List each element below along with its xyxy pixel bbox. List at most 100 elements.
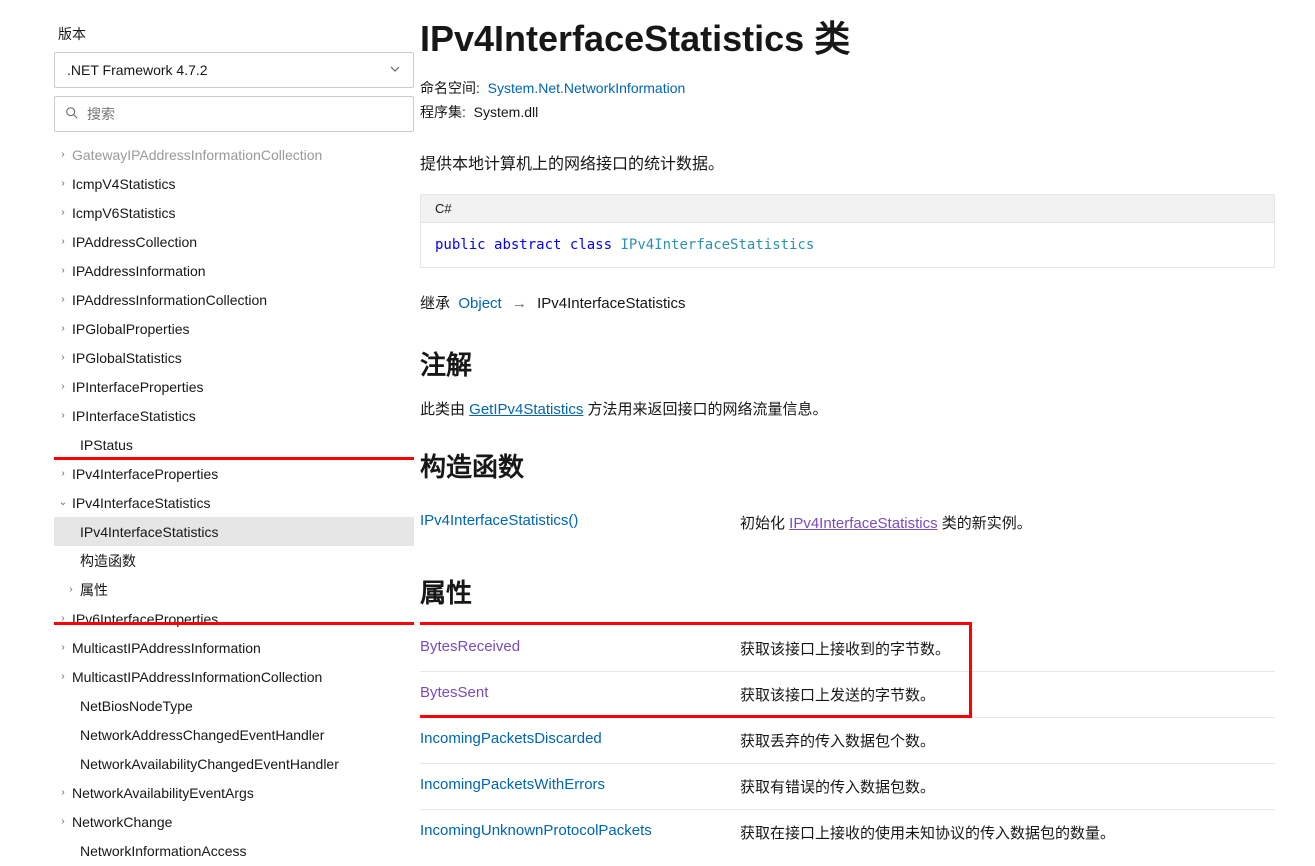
chevron-right-icon: › (58, 381, 68, 392)
tree-item-label: 属性 (80, 580, 108, 600)
table-row: BytesSent 获取该接口上发送的字节数。 (420, 672, 1275, 718)
tree-item-label: IPv6InterfaceProperties (72, 611, 218, 627)
search-input[interactable] (87, 106, 403, 122)
tree-item-label: IcmpV4Statistics (72, 176, 175, 192)
property-desc: 获取有错误的传入数据包数。 (740, 764, 1275, 810)
tree-item[interactable]: ›NetworkAddressChangedEventHandler (54, 720, 414, 749)
notes-text: 此类由 GetIPv4Statistics 方法用来返回接口的网络流量信息。 (420, 398, 1275, 419)
inherit-base-link[interactable]: Object (458, 295, 501, 312)
search-box[interactable] (54, 96, 414, 132)
tree-item-label: IPv4InterfaceProperties (72, 466, 218, 482)
chevron-right-icon: › (58, 207, 68, 218)
constructors-table: IPv4InterfaceStatistics() 初始化 IPv4Interf… (420, 500, 1275, 545)
properties-heading: 属性 (420, 573, 1275, 610)
property-link[interactable]: IncomingUnknownProtocolPackets (420, 822, 652, 839)
namespace-row: 命名空间: System.Net.NetworkInformation (420, 78, 1275, 98)
tree-item[interactable]: ›NetworkInformationAccess (54, 836, 414, 860)
code-block: C# public abstract class IPv4InterfaceSt… (420, 194, 1275, 268)
tree-item[interactable]: ›IPv4InterfaceStatistics (54, 517, 414, 546)
table-row: IPv4InterfaceStatistics() 初始化 IPv4Interf… (420, 500, 1275, 545)
page-title: IPv4InterfaceStatistics 类 (420, 10, 1275, 62)
property-link[interactable]: IncomingPacketsWithErrors (420, 776, 605, 793)
property-desc: 获取丢弃的传入数据包个数。 (740, 718, 1275, 764)
tree-item[interactable]: › IPAddressCollection (54, 227, 414, 256)
notes-link[interactable]: GetIPv4Statistics (469, 401, 583, 418)
tree-item-label: MulticastIPAddressInformation (72, 640, 261, 656)
tree-item-label: NetworkAvailabilityChangedEventHandler (80, 756, 339, 772)
sidebar: 版本 .NET Framework 4.7.2 ›GatewayIPAddres… (0, 0, 420, 866)
chevron-right-icon: › (58, 642, 68, 653)
inheritance: 继承 Object → IPv4InterfaceStatistics (420, 292, 1275, 313)
chevron-right-icon: › (58, 671, 68, 682)
tree-item[interactable]: › MulticastIPAddressInformation (54, 633, 414, 662)
tree-item[interactable]: ›IPGlobalStatistics (54, 343, 414, 372)
ctor-desc-link[interactable]: IPv4InterfaceStatistics (789, 515, 937, 532)
tree-item[interactable]: › IcmpV6Statistics (54, 198, 414, 227)
tree-item[interactable]: ›IcmpV4Statistics (54, 169, 414, 198)
chevron-right-icon: › (58, 816, 68, 827)
tree-item[interactable]: ›IPGlobalProperties (54, 314, 414, 343)
tree-item-label: IPAddressInformation (72, 263, 206, 279)
main-content: IPv4InterfaceStatistics 类 命名空间: System.N… (420, 0, 1315, 866)
tree-item-label: NetworkChange (72, 814, 172, 830)
table-row: IncomingPacketsWithErrors 获取有错误的传入数据包数。 (420, 764, 1275, 810)
tree-item-label: NetworkAvailabilityEventArgs (72, 785, 254, 801)
table-row: IncomingUnknownProtocolPackets 获取在接口上接收的使… (420, 810, 1275, 856)
tree-item-label: NetworkInformationAccess (80, 843, 247, 859)
table-row: BytesReceived 获取该接口上接收到的字节数。 (420, 626, 1275, 672)
tree-item[interactable]: ›GatewayIPAddressInformationCollection (54, 140, 414, 169)
tree-item[interactable]: ›IPv6InterfaceProperties (54, 604, 414, 633)
tree-item[interactable]: ›构造函数 (54, 546, 414, 575)
namespace-link[interactable]: System.Net.NetworkInformation (488, 80, 686, 96)
chevron-right-icon: › (58, 787, 68, 798)
tree-item[interactable]: › IPv4InterfaceProperties (54, 459, 414, 488)
tree-item-label: 构造函数 (80, 551, 136, 571)
tree-item[interactable]: ›NetworkAvailabilityChangedEventHandler (54, 749, 414, 778)
property-link[interactable]: BytesSent (420, 684, 488, 701)
tree-item[interactable]: › 属性 (54, 575, 414, 604)
notes-heading: 注解 (420, 345, 1275, 382)
tree-item-label: IPInterfaceProperties (72, 379, 204, 395)
tree-item-label: IPAddressCollection (72, 234, 197, 250)
chevron-right-icon: › (58, 236, 68, 247)
assembly-row: 程序集: System.dll (420, 102, 1275, 122)
tree-item-label: NetBiosNodeType (80, 698, 193, 714)
tree-item[interactable]: ›IPStatus (54, 430, 414, 459)
version-select[interactable]: .NET Framework 4.7.2 (54, 52, 414, 88)
table-row: IncomingPacketsDiscarded 获取丢弃的传入数据包个数。 (420, 718, 1275, 764)
tree-item-label: IPv4InterfaceStatistics (80, 524, 219, 540)
property-desc: 获取在接口上接收的使用未知协议的传入数据包的数量。 (740, 810, 1275, 856)
tree-item[interactable]: › NetworkAvailabilityEventArgs (54, 778, 414, 807)
version-label: 版本 (54, 24, 420, 44)
chevron-right-icon: › (58, 468, 68, 479)
tree-item-label: IPStatus (80, 437, 133, 453)
tree-item[interactable]: ›MulticastIPAddressInformationCollection (54, 662, 414, 691)
property-desc: 获取该接口上接收到的字节数。 (740, 626, 1275, 672)
tree-item[interactable]: ⌄IPv4InterfaceStatistics (54, 488, 414, 517)
ctor-link[interactable]: IPv4InterfaceStatistics() (420, 512, 578, 529)
arrow-icon: → (512, 295, 527, 312)
tree-item[interactable]: › NetworkChange (54, 807, 414, 836)
code-lang: C# (421, 195, 1274, 223)
chevron-right-icon: › (58, 323, 68, 334)
tree-item[interactable]: ›IPInterfaceStatistics (54, 401, 414, 430)
property-link[interactable]: IncomingPacketsDiscarded (420, 730, 602, 747)
chevron-right-icon: › (58, 352, 68, 363)
ctor-desc: 初始化 IPv4InterfaceStatistics 类的新实例。 (740, 500, 1275, 545)
tree-item[interactable]: ›NetBiosNodeType (54, 691, 414, 720)
tree-item-label: GatewayIPAddressInformationCollection (72, 147, 322, 163)
chevron-right-icon: › (66, 584, 76, 595)
tree-item[interactable]: ›IPAddressInformationCollection (54, 285, 414, 314)
tree-item-label: IPInterfaceStatistics (72, 408, 196, 424)
nav-tree[interactable]: ›GatewayIPAddressInformationCollection›I… (54, 140, 414, 860)
tree-item[interactable]: › IPInterfaceProperties (54, 372, 414, 401)
property-link[interactable]: BytesReceived (420, 638, 520, 655)
chevron-down-icon (389, 62, 401, 78)
version-value: .NET Framework 4.7.2 (67, 62, 208, 78)
tree-item-label: NetworkAddressChangedEventHandler (80, 727, 324, 743)
tree-item-label: IcmpV6Statistics (72, 205, 175, 221)
tree-item[interactable]: ›IPAddressInformation (54, 256, 414, 285)
chevron-down-icon: ⌄ (58, 497, 68, 508)
property-desc: 获取该接口上发送的字节数。 (740, 672, 1275, 718)
properties-table: BytesReceived 获取该接口上接收到的字节数。 BytesSent 获取该接… (420, 626, 1275, 855)
